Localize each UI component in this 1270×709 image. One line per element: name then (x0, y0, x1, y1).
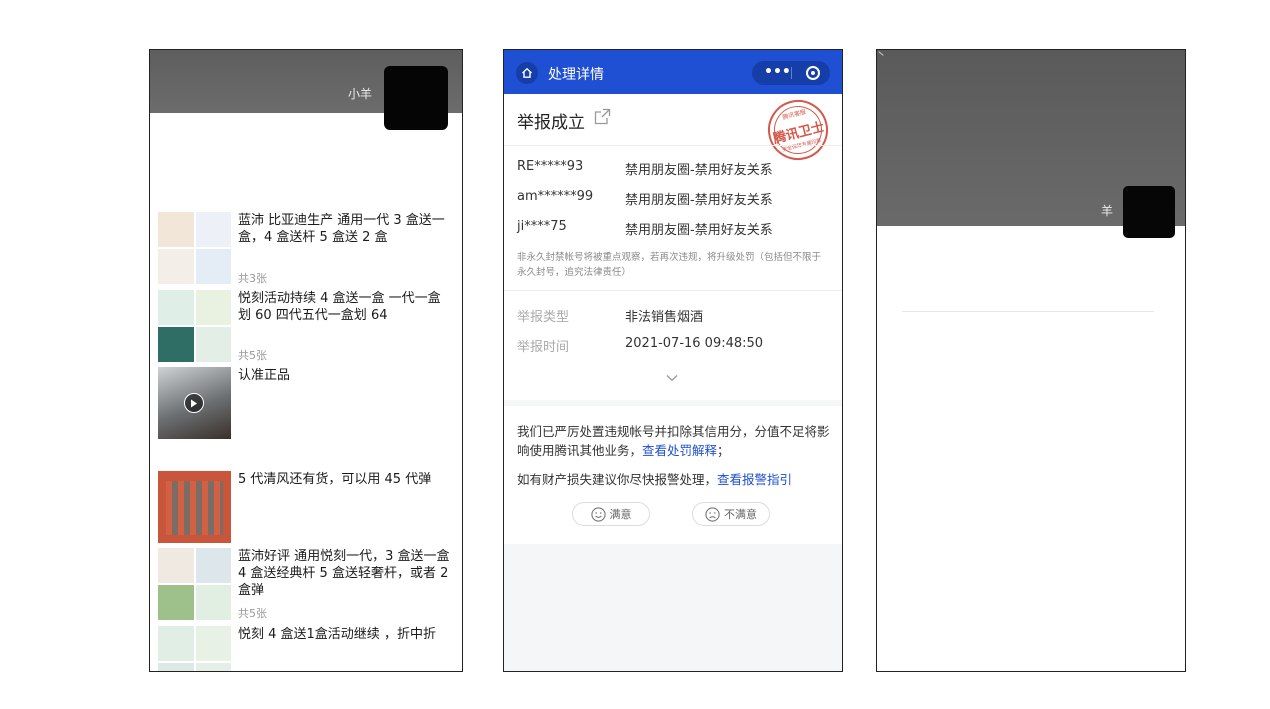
more-icon[interactable]: ••• (764, 64, 791, 80)
moment-post[interactable]: 认准正品 (158, 367, 456, 442)
image-count: 共3张 (238, 272, 267, 285)
handling-card: 我们已严厉处置违规帐号并扣除其信用分，分值不足将影响使用腾讯其他业务，查看处罚解… (504, 406, 842, 544)
image-count: 共5张 (238, 349, 267, 362)
moment-post[interactable]: 悦刻 4 盒送1盒活动继续 ，折中折 (158, 626, 456, 671)
police-guide-link[interactable]: 查看报警指引 (717, 472, 792, 487)
avatar[interactable] (1123, 186, 1175, 238)
account-id: am******99 (517, 189, 594, 204)
moment-post[interactable]: 蓝沛 比亚迪生产 通用一代 3 盒送一盒，4 盒送杆 5 盒送 2 盒 共3张 (158, 212, 456, 292)
frown-icon (705, 506, 720, 522)
post-video[interactable] (158, 367, 231, 439)
post-text: 悦刻活动持续 4 盒送一盒 一代一盒划 60 四代五代一盒划 64 (238, 291, 441, 323)
avatar[interactable] (384, 66, 448, 130)
unsatisfied-label: 不满意 (724, 508, 757, 521)
police-message: 如有财产损失建议你尽快报警处理，查看报警指引 (517, 470, 832, 489)
smile-icon (590, 506, 606, 522)
moment-post[interactable]: 蓝沛好评 通用悦刻一代，3 盒送一盒 4 盒送经典杆 5 盒送轻奢杆，或者 2 … (158, 548, 456, 626)
account-status: 禁用朋友圈-禁用好友关系 (625, 223, 773, 238)
report-time-value: 2021-07-16 09:48:50 (625, 336, 764, 351)
account-id: ji****75 (517, 219, 567, 234)
report-type-label: 举报类型 (517, 310, 570, 325)
share-icon[interactable] (594, 108, 611, 125)
post-text: 悦刻 4 盒送1盒活动继续 ，折中折 (238, 627, 436, 642)
penalty-note: 非永久封禁帐号将被重点观察，若再次违规，将升级处罚（包括但不限于永久封号，追究法… (517, 252, 822, 278)
penalty-explanation-link[interactable]: 查看处罚解释 (642, 443, 717, 458)
image-count: 共5张 (238, 607, 267, 620)
empty-feed-divider (902, 311, 1154, 312)
moment-post[interactable]: 5 代清风还有货，可以用 45 代弹 (158, 471, 456, 546)
report-type-value: 非法销售烟酒 (625, 310, 704, 325)
post-text: 蓝沛 比亚迪生产 通用一代 3 盒送一盒，4 盒送杆 5 盒送 2 盒 (238, 213, 445, 245)
satisfied-button[interactable]: 满意 (572, 502, 650, 526)
username: 小羊 (347, 87, 372, 101)
post-image-grid[interactable] (158, 290, 231, 362)
handling-message-end: ； (717, 443, 730, 458)
satisfied-label: 满意 (609, 508, 632, 521)
seal-stamp: 腾讯客服 腾讯卫士 安全保障专属印章 (761, 93, 835, 167)
miniprogram-capsule: ••• (752, 61, 830, 85)
result-card: 举报成立 腾讯客服 腾讯卫士 安全保障专属印章 RE*****93 禁用朋友圈-… (504, 93, 842, 400)
post-image-grid[interactable] (158, 548, 231, 620)
moments-screenshot-left: 小羊 蓝沛 比亚迪生产 通用一代 3 盒送一盒，4 盒送杆 5 盒送 2 盒 共… (149, 49, 463, 672)
account-id: RE*****93 (517, 159, 584, 174)
unsatisfied-button[interactable]: 不满意 (692, 502, 770, 526)
page-title: 处理详情 (548, 67, 604, 83)
result-title: 举报成立 (517, 113, 585, 133)
moments-screenshot-right: 羊 (876, 49, 1186, 672)
username: 羊 (1100, 204, 1113, 218)
post-image-grid[interactable] (158, 626, 231, 671)
post-image-grid[interactable] (158, 212, 231, 284)
capsule-divider (791, 67, 792, 79)
police-message-text: 如有财产损失建议你尽快报警处理， (517, 472, 718, 487)
chevron-down-icon[interactable] (666, 374, 678, 382)
post-text: 5 代清风还有货，可以用 45 代弹 (238, 472, 432, 487)
post-text: 认准正品 (238, 368, 291, 383)
moment-post[interactable]: 悦刻活动持续 4 盒送一盒 一代一盒划 60 四代五代一盒划 64 共5张 (158, 290, 456, 366)
post-image[interactable] (158, 471, 231, 543)
play-icon[interactable] (184, 393, 204, 413)
account-status: 禁用朋友圈-禁用好友关系 (625, 193, 773, 208)
handling-message: 我们已严厉处置违规帐号并扣除其信用分，分值不足将影响使用腾讯其他业务，查看处罚解… (517, 422, 832, 460)
divider (504, 145, 842, 146)
nav-bar: 处理详情 ••• (504, 50, 842, 94)
report-time-label: 举报时间 (517, 340, 570, 355)
report-detail-screenshot: 处理详情 ••• 举报成立 腾讯客服 腾讯卫士 安全保障专属印章 RE*****… (503, 49, 843, 672)
account-status: 禁用朋友圈-禁用好友关系 (625, 163, 773, 178)
post-text: 蓝沛好评 通用悦刻一代，3 盒送一盒 4 盒送经典杆 5 盒送轻奢杆，或者 2 … (238, 549, 450, 598)
divider (504, 290, 842, 291)
close-miniprogram-icon[interactable] (806, 66, 820, 80)
home-icon[interactable] (516, 62, 538, 84)
